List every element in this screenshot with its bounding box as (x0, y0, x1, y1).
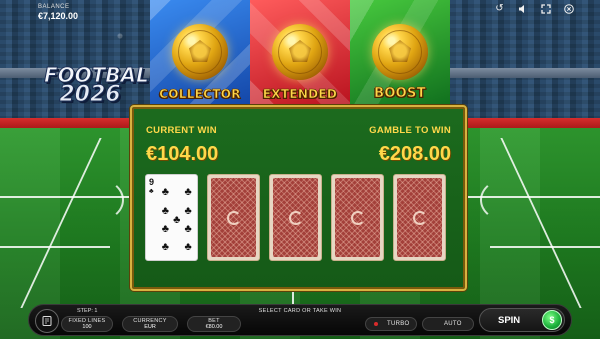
club-pip-icon: ♣ (161, 204, 169, 217)
club-pip-icon: ♣ (161, 223, 169, 236)
feature-boost: BOOST (350, 0, 450, 105)
spin-label: SPIN (498, 315, 521, 326)
hidden-card[interactable] (207, 174, 260, 261)
club-pip-icon: ♣ (161, 241, 169, 254)
control-bar: STEP: 1 SELECT CARD OR TAKE WIN FIXED LI… (28, 304, 572, 336)
current-win-label: CURRENT WIN (146, 125, 217, 136)
club-pip-icon: ♣ (184, 186, 192, 199)
club-pip-icon: ♣ (161, 186, 169, 199)
hidden-card[interactable] (269, 174, 322, 261)
balance-value: €7,120.00 (38, 11, 79, 21)
card-row: 9 ♣ ♣ ♣ ♣ ♣ ♣ ♣ ♣ ♣ ♣ (145, 174, 446, 261)
club-pip-icon: ♣ (173, 214, 181, 227)
auto-status-dot (431, 322, 435, 326)
club-suit-icon: ♣ (149, 188, 154, 195)
close-icon[interactable] (563, 3, 574, 14)
gamble-panel: CURRENT WIN €104.00 GAMBLE TO WIN €208.0… (130, 105, 467, 291)
club-pip-icon: ♣ (184, 241, 192, 254)
game-logo: FOOTBALL 2026 (44, 65, 163, 107)
auto-label: AUTO (444, 321, 462, 327)
feature-label: BOOST (374, 86, 426, 102)
top-icon-bar: ↺ (494, 3, 574, 14)
gamble-to-win-label: GAMBLE TO WIN (369, 125, 451, 136)
golden-ball-icon (372, 24, 428, 80)
fixed-lines-value: 100 (82, 324, 92, 331)
current-win-value: €104.00 (146, 143, 219, 165)
feature-extended: EXTENDED (250, 0, 350, 105)
card-back-emblem-icon (350, 210, 365, 225)
sound-icon[interactable] (517, 3, 528, 14)
feature-label: EXTENDED (262, 87, 338, 102)
card-pips: ♣ ♣ ♣ ♣ ♣ ♣ ♣ ♣ ♣ (156, 186, 194, 254)
feature-label: COLLECTOR (159, 87, 241, 102)
club-pip-icon: ♣ (184, 223, 192, 236)
turbo-label: TURBO (387, 321, 410, 327)
feature-banners: COLLECTOR EXTENDED BOOST (150, 0, 450, 105)
gamble-to-win-value: €208.00 (378, 143, 451, 165)
card-back-emblem-icon (288, 210, 303, 225)
card-back-emblem-icon (412, 210, 427, 225)
hidden-card[interactable] (331, 174, 384, 261)
turbo-toggle[interactable]: TURBO (365, 317, 417, 331)
balance-label: BALANCE (38, 4, 70, 10)
currency-selector[interactable]: CURRENCY EUR (122, 316, 178, 332)
turbo-status-dot (374, 322, 378, 326)
auto-toggle[interactable]: AUTO (422, 317, 474, 331)
currency-value: EUR (144, 324, 156, 331)
bet-value: €80.00 (205, 324, 223, 331)
paytable-icon (42, 316, 52, 326)
take-win-icon[interactable]: $ (542, 310, 562, 330)
logo-line2: 2026 (59, 82, 121, 107)
card-rank: 9 (149, 177, 155, 187)
golden-ball-icon (172, 24, 228, 80)
hidden-card[interactable] (393, 174, 446, 261)
feature-collector: COLLECTOR (150, 0, 250, 105)
fixed-lines-display: FIXED LINES 100 (61, 316, 113, 332)
history-icon[interactable]: ↺ (494, 3, 505, 14)
club-pip-icon: ♣ (184, 204, 192, 217)
card-back-emblem-icon (226, 210, 241, 225)
revealed-card: 9 ♣ ♣ ♣ ♣ ♣ ♣ ♣ ♣ ♣ ♣ (145, 174, 198, 261)
spin-button[interactable]: SPIN $ (479, 308, 565, 332)
bet-selector[interactable]: BET €80.00 (187, 316, 241, 332)
golden-ball-icon (272, 24, 328, 80)
balance-display: BALANCE €7,120.00 (38, 4, 78, 21)
fullscreen-icon[interactable] (540, 3, 551, 14)
